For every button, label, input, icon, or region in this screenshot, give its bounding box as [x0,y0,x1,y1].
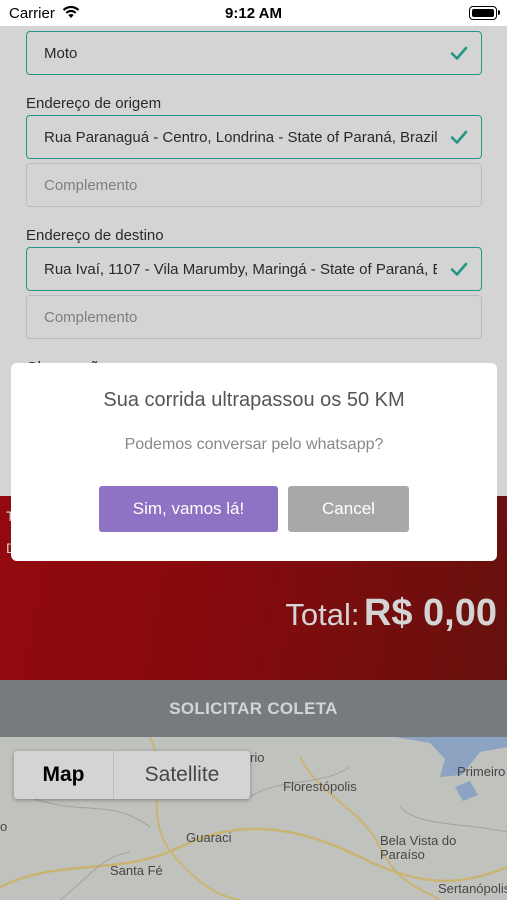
distance-alert-dialog: Sua corrida ultrapassou os 50 KM Podemos… [11,363,497,561]
battery-icon [469,6,500,20]
confirm-whatsapp-button[interactable]: Sim, vamos lá! [99,486,278,532]
dialog-message: Podemos conversar pelo whatsapp? [124,436,384,453]
dialog-title: Sua corrida ultrapassou os 50 KM [103,389,405,411]
clock: 9:12 AM [225,5,282,22]
cancel-button[interactable]: Cancel [288,486,409,532]
status-bar: Carrier 9:12 AM [0,0,507,26]
